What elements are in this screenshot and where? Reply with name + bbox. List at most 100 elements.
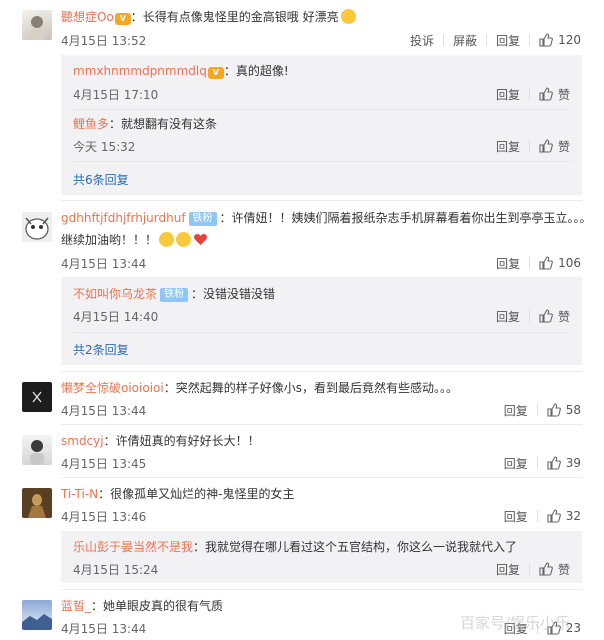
reply-box: mmxhnmmdpnmmdlq V ：真的超像! 4月15日 17:10 回复 赞 …	[61, 55, 582, 195]
comment-meta: 4月15日 13:44 回复 106	[61, 254, 581, 272]
avatar[interactable]	[22, 600, 52, 630]
avatar[interactable]	[22, 10, 52, 40]
username[interactable]: Ti-Ti-N	[61, 487, 98, 501]
comment-actions: 回复 106	[496, 254, 581, 272]
reply-line: 不如叫你乌龙茶 铁粉 ：没错没错没错	[73, 286, 570, 302]
thumbs-up-icon	[539, 87, 553, 101]
thumbs-up-icon	[547, 403, 561, 417]
more-replies-link[interactable]: 共2条回复	[73, 341, 129, 358]
reply-username[interactable]: 鲤鱼多	[73, 117, 109, 131]
fan-badge: 铁粉	[188, 212, 217, 226]
comment-meta: 4月15日 13:44 回复 58	[61, 401, 581, 419]
comment-actions: 回复 32	[504, 507, 581, 525]
like-button[interactable]: 赞	[539, 86, 570, 103]
like-label: 赞	[557, 139, 570, 154]
divider	[536, 404, 538, 416]
comment-text: ：她单眼皮真的很有气质	[91, 599, 224, 613]
reply-text: ：真的超像!	[223, 64, 289, 78]
reply-button[interactable]: 回复	[496, 86, 520, 103]
timestamp: 4月15日 17:10	[73, 88, 159, 102]
watermark: 百家号/娱乐小乐	[460, 614, 571, 632]
timestamp: 4月15日 15:24	[73, 563, 159, 577]
reply-line: mmxhnmmdpnmmdlq V ：真的超像!	[73, 63, 570, 79]
like-button[interactable]: 赞	[539, 308, 570, 325]
comment-line: 懒梦全惊破oioioioi：突然起舞的样子好像小s，看到最后竟然有些感动。。。	[61, 380, 458, 396]
like-button[interactable]: 32	[547, 509, 581, 523]
thumbs-up-icon	[547, 456, 561, 470]
username[interactable]: 聽想症Oo	[61, 10, 114, 24]
timestamp: 4月15日 13:44	[61, 257, 147, 271]
comment-text: ：突然起舞的样子好像小s，看到最后竟然有些感动。。。	[163, 381, 458, 395]
thumbs-up-icon	[547, 509, 561, 523]
comment-meta: 4月15日 13:46 回复 32	[61, 507, 581, 525]
comment-line: 聽想症Oo V ：长得有点像鬼怪里的金高银哦 好漂亮	[61, 9, 356, 25]
username[interactable]: smdcyj	[61, 434, 104, 448]
vip-icon: V	[114, 13, 131, 25]
avatar[interactable]	[22, 488, 52, 518]
divider	[61, 477, 582, 478]
like-button[interactable]: 58	[547, 403, 581, 417]
timestamp: 4月15日 13:52	[61, 34, 147, 48]
username[interactable]: 蓝晢_	[61, 599, 91, 613]
reply-button[interactable]: 回复	[496, 561, 520, 578]
divider	[536, 510, 538, 522]
fan-badge: 铁粉	[160, 288, 189, 302]
like-label: 赞	[557, 87, 570, 102]
report-button[interactable]: 投诉	[410, 32, 434, 49]
reply-button[interactable]: 回复	[504, 455, 528, 472]
reply-text: ：我就觉得在哪儿看过这个五官结构，你这么一说我就代入了	[193, 540, 518, 554]
comment-line: 继续加油哟！！！	[61, 232, 208, 248]
comment-text: ：许倩妞！！姨姨们隔着报纸杂志手机屏幕看着你出生到亭亭玉立。。。	[219, 211, 592, 225]
like-button[interactable]: 106	[539, 256, 581, 270]
like-count: 106	[558, 256, 581, 270]
like-button[interactable]: 赞	[539, 138, 570, 155]
reply-line: 鲤鱼多：就想翻有没有这条	[73, 116, 570, 132]
divider	[529, 257, 531, 269]
avatar[interactable]	[22, 382, 52, 412]
comment-actions: 回复 58	[504, 401, 581, 419]
like-button[interactable]: 赞	[539, 561, 570, 578]
reply-actions: 回复 赞	[496, 560, 570, 578]
reply-button[interactable]: 回复	[496, 308, 520, 325]
reply-actions: 回复 赞	[496, 307, 570, 325]
comment-actions: 投诉 屏蔽 回复 120	[410, 31, 581, 49]
reply-meta: 4月15日 17:10 回复 赞	[73, 85, 570, 103]
reply-button[interactable]: 回复	[504, 402, 528, 419]
timestamp: 4月15日 13:46	[61, 510, 147, 524]
username[interactable]: gdhhftjfdhjfrhjurdhuf	[61, 211, 186, 225]
like-button[interactable]: 39	[547, 456, 581, 470]
reply-box: 乐山彭于晏当然不是我：我就觉得在哪儿看过这个五官结构，你这么一说我就代入了 4月…	[61, 531, 582, 583]
comment-text: ：长得有点像鬼怪里的金高银哦 好漂亮	[130, 10, 339, 24]
avatar[interactable]	[22, 212, 52, 242]
reply-button[interactable]: 回复	[496, 255, 520, 272]
reply-button[interactable]: 回复	[496, 32, 520, 49]
divider	[73, 332, 570, 333]
reply-actions: 回复 赞	[496, 85, 570, 103]
divider	[528, 140, 530, 152]
more-replies-link[interactable]: 共6条回复	[73, 171, 129, 188]
crying-emoji-icon	[176, 232, 192, 247]
divider	[61, 589, 582, 590]
like-button[interactable]: 120	[539, 33, 581, 47]
username[interactable]: 懒梦全惊破oioioioi	[61, 381, 164, 395]
reply-actions: 回复 赞	[496, 137, 570, 155]
smile-emoji-icon	[340, 9, 356, 24]
reply-button[interactable]: 回复	[496, 138, 520, 155]
block-button[interactable]: 屏蔽	[453, 32, 477, 49]
avatar[interactable]	[22, 435, 52, 465]
divider	[73, 161, 570, 162]
comment-text: 继续加油哟！！！	[61, 233, 158, 247]
timestamp: 今天 15:32	[73, 140, 136, 154]
reply-button[interactable]: 回复	[504, 508, 528, 525]
timestamp: 4月15日 13:44	[61, 622, 147, 636]
divider	[529, 34, 531, 46]
like-count: 58	[565, 403, 581, 417]
reply-text: ：没错没错没错	[191, 287, 276, 301]
reply-username[interactable]: 不如叫你乌龙茶	[73, 287, 157, 301]
reply-username[interactable]: mmxhnmmdpnmmdlq	[73, 64, 207, 78]
reply-box: 不如叫你乌龙茶 铁粉 ：没错没错没错 4月15日 14:40 回复 赞 共2条回复	[61, 277, 582, 365]
reply-username[interactable]: 乐山彭于晏当然不是我	[73, 540, 193, 554]
thumbs-up-icon	[539, 33, 553, 47]
comment-line: 蓝晢_：她单眼皮真的很有气质	[61, 598, 223, 614]
divider	[536, 457, 538, 469]
